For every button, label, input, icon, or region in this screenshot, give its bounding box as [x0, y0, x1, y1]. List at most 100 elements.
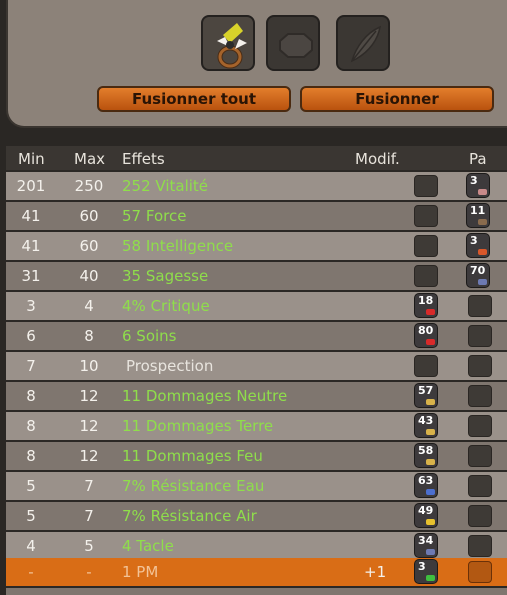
min-value: 41 [21, 237, 41, 255]
table-row[interactable]: 6 8 6 Soins 80 [6, 322, 507, 350]
effect-label: 252 Vitalité [122, 177, 209, 195]
max-value: 8 [84, 327, 94, 345]
table-row[interactable]: 5 7 7% Résistance Eau 63 [6, 472, 507, 500]
max-value: 12 [79, 417, 99, 435]
pa-slot[interactable] [468, 355, 492, 377]
max-value: 10 [79, 357, 99, 375]
table-header: Min Max Effets Modif. Pa [6, 146, 507, 170]
merge-all-button[interactable]: Fusionner tout [97, 86, 291, 112]
min-value: 6 [26, 327, 36, 345]
pa-slot[interactable] [468, 475, 492, 497]
effects-table: Min Max Effets Modif. Pa 201 250 252 Vit… [6, 146, 507, 595]
table-row [6, 588, 507, 595]
header-pa: Pa [469, 150, 487, 168]
pa-rune-icon[interactable]: 3 [466, 173, 490, 198]
max-value: 12 [79, 447, 99, 465]
table-row[interactable]: 41 60 58 Intelligence 3 [6, 232, 507, 260]
min-value: 41 [21, 207, 41, 225]
pa-rune-icon[interactable]: 3 [466, 233, 490, 258]
header-modif: Modif. [355, 150, 400, 168]
max-value: 250 [74, 177, 104, 195]
table-row[interactable]: 8 12 11 Dommages Terre 43 [6, 412, 507, 440]
max-value: 7 [84, 507, 94, 525]
rune-slot[interactable] [266, 15, 320, 71]
min-value: 7 [26, 357, 36, 375]
item-slot[interactable] [201, 15, 255, 71]
effect-label: 4 Tacle [122, 537, 174, 555]
effect-label: 11 Dommages Feu [122, 447, 263, 465]
max-value: 40 [79, 267, 99, 285]
max-value: 7 [84, 477, 94, 495]
pa-slot[interactable] [468, 561, 492, 583]
modif-rune-icon[interactable]: 57 [414, 383, 438, 408]
max-value: 4 [84, 297, 94, 315]
min-value: 5 [26, 477, 36, 495]
modif-rune-icon[interactable]: 80 [414, 323, 438, 348]
min-value: 8 [26, 387, 36, 405]
pa-slot[interactable] [468, 535, 492, 557]
max-value: 60 [79, 207, 99, 225]
table-row[interactable]: 8 12 11 Dommages Feu 58 [6, 442, 507, 470]
effect-label: 7% Résistance Eau [122, 477, 265, 495]
max-value: 60 [79, 237, 99, 255]
header-effects: Effets [122, 150, 165, 168]
table-row[interactable]: 8 12 11 Dommages Neutre 57 [6, 382, 507, 410]
table-row[interactable]: 5 7 7% Résistance Air 49 [6, 502, 507, 530]
pa-rune-icon[interactable]: 11 [466, 203, 490, 228]
min-value: - [28, 563, 34, 581]
min-value: 5 [26, 507, 36, 525]
effect-label: 1 PM [122, 563, 159, 581]
min-value: 4 [26, 537, 36, 555]
table-row[interactable]: 41 60 57 Force 11 [6, 202, 507, 230]
modif-rune-icon[interactable]: 63 [414, 473, 438, 498]
modif-rune-icon[interactable]: 43 [414, 413, 438, 438]
modif-slot[interactable] [414, 235, 438, 257]
effect-label: 58 Intelligence [122, 237, 234, 255]
modif-rune-icon[interactable]: 18 [414, 293, 438, 318]
pa-rune-icon[interactable]: 70 [466, 263, 490, 288]
modif-rune-icon[interactable]: 49 [414, 503, 438, 528]
table-row[interactable]: 3 4 4% Critique 18 [6, 292, 507, 320]
modif-slot[interactable] [414, 355, 438, 377]
effect-label: 7% Résistance Air [122, 507, 257, 525]
pa-slot[interactable] [468, 415, 492, 437]
modif-slot[interactable] [414, 265, 438, 287]
pa-slot[interactable] [468, 325, 492, 347]
table-row-selected[interactable]: - - 1 PM +1 3 [6, 558, 507, 586]
effect-label: 6 Soins [122, 327, 177, 345]
modif-rune-icon[interactable]: 34 [414, 533, 438, 558]
pa-slot[interactable] [468, 445, 492, 467]
table-row[interactable]: 7 10 Prospection [6, 352, 507, 380]
max-value: 12 [79, 387, 99, 405]
effect-label: 35 Sagesse [122, 267, 209, 285]
effect-label: 4% Critique [122, 297, 210, 315]
effect-label: 11 Dommages Neutre [122, 387, 288, 405]
feather-slot[interactable] [336, 15, 390, 71]
table-row[interactable]: 31 40 35 Sagesse 70 [6, 262, 507, 290]
modif-slot[interactable] [414, 205, 438, 227]
effect-label: Prospection [126, 357, 214, 375]
pa-slot[interactable] [468, 295, 492, 317]
header-min: Min [18, 150, 45, 168]
fusion-panel: Fusionner tout Fusionner [6, 0, 507, 128]
item-icon [217, 23, 247, 69]
modif-rune-icon[interactable]: 58 [414, 443, 438, 468]
modif-rune-icon[interactable]: 3 [414, 559, 438, 584]
rune-slot-icon [279, 33, 313, 58]
max-value: 5 [84, 537, 94, 555]
pa-slot[interactable] [468, 385, 492, 407]
modif-slot[interactable] [414, 175, 438, 197]
modif-value: +1 [364, 563, 387, 581]
min-value: 201 [16, 177, 46, 195]
feather-icon [350, 25, 381, 63]
table-row[interactable]: 4 5 4 Tacle 34 [6, 532, 507, 560]
min-value: 8 [26, 447, 36, 465]
effect-label: 57 Force [122, 207, 187, 225]
min-value: 31 [21, 267, 41, 285]
pa-slot[interactable] [468, 505, 492, 527]
min-value: 8 [26, 417, 36, 435]
max-value: - [86, 563, 92, 581]
table-row[interactable]: 201 250 252 Vitalité 3 [6, 172, 507, 200]
header-max: Max [74, 150, 106, 168]
merge-button[interactable]: Fusionner [300, 86, 494, 112]
